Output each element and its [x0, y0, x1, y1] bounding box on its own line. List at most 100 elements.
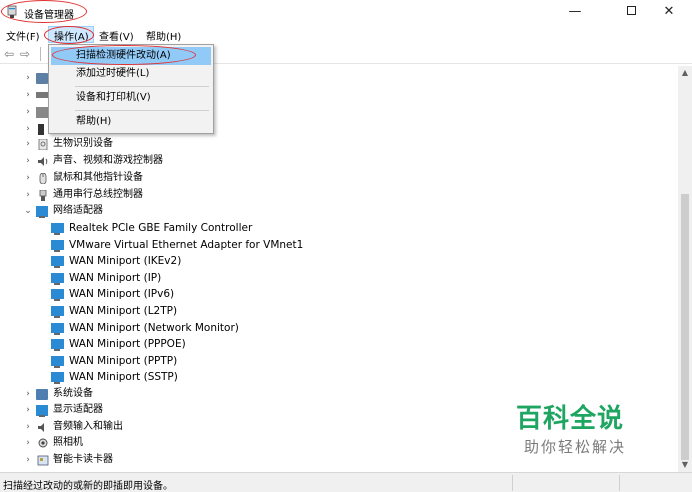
camera-icon — [38, 438, 48, 448]
scroll-down-arrow-icon[interactable]: ▼ — [678, 458, 692, 472]
expand-chevron-icon[interactable]: › — [23, 170, 33, 186]
network-adapter-icon — [51, 356, 64, 368]
tree-device[interactable]: WAN Miniport (L2TP) — [0, 303, 600, 319]
display-adapter-icon — [36, 405, 48, 417]
tree-device[interactable]: WAN Miniport (IP) — [0, 270, 600, 286]
minimize-button[interactable]: — — [552, 0, 598, 26]
network-adapter-icon — [51, 323, 64, 335]
usb-icon — [39, 190, 47, 201]
menu-view[interactable]: 查看(V) — [99, 28, 134, 43]
expand-chevron-icon[interactable]: › — [23, 153, 33, 169]
tree-category-network[interactable]: ⌄ 网络适配器 — [0, 203, 600, 219]
status-text: 扫描经过改动的或新的即插即用设备。 — [3, 481, 173, 492]
expand-chevron-icon[interactable]: › — [23, 452, 33, 468]
tree-device[interactable]: WAN Miniport (PPPOE) — [0, 336, 600, 352]
network-adapter-icon — [51, 223, 64, 235]
expand-chevron-icon[interactable]: › — [23, 87, 33, 103]
device-category-icon — [36, 73, 48, 84]
category-label: 鼠标和其他指针设备 — [53, 172, 143, 183]
tree-category[interactable]: › 鼠标和其他指针设备 — [0, 170, 600, 186]
tree-device[interactable]: Realtek PCIe GBE Family Controller — [0, 220, 600, 236]
tree-category[interactable]: › 通用串行总线控制器 — [0, 187, 600, 203]
speaker-icon — [38, 157, 48, 166]
device-label: WAN Miniport (SSTP) — [69, 371, 178, 383]
back-arrow-icon[interactable]: ⇦ — [4, 47, 14, 61]
tree-category[interactable]: › 声音、视频和游戏控制器 — [0, 153, 600, 169]
keyboard-icon — [36, 92, 48, 98]
smart-card-reader-icon — [37, 455, 49, 466]
category-label: 显示适配器 — [53, 404, 103, 415]
tree-device[interactable]: WAN Miniport (PPTP) — [0, 353, 600, 369]
menu-separator — [75, 86, 209, 87]
tree-device[interactable]: WAN Miniport (SSTP) — [0, 369, 600, 385]
forward-arrow-icon[interactable]: ⇨ — [20, 47, 30, 61]
category-label: 音频输入和输出 — [53, 421, 123, 432]
device-label: WAN Miniport (IP) — [69, 272, 162, 284]
network-adapter-icon — [51, 289, 64, 301]
category-label: 系统设备 — [53, 388, 93, 399]
category-label: 智能卡读卡器 — [53, 454, 113, 465]
network-adapter-icon — [51, 339, 64, 351]
device-label: WAN Miniport (PPPOE) — [69, 338, 186, 350]
expand-chevron-icon[interactable]: › — [23, 419, 33, 435]
menu-bar: 文件(F) 操作(A) 查看(V) 帮助(H) — [0, 26, 692, 44]
tree-device[interactable]: WAN Miniport (Network Monitor) — [0, 320, 600, 336]
device-label: WAN Miniport (L2TP) — [69, 305, 178, 317]
menu-item-add-legacy-hardware[interactable]: 添加过时硬件(L) — [51, 65, 211, 83]
device-label: WAN Miniport (IPv6) — [69, 288, 175, 300]
status-panels — [512, 475, 688, 491]
biometric-icon — [38, 139, 48, 150]
network-adapter-icon — [36, 206, 48, 218]
menu-item-devices-printers[interactable]: 设备和打印机(V) — [51, 89, 211, 107]
system-device-icon — [36, 389, 48, 400]
menu-file[interactable]: 文件(F) — [6, 28, 40, 43]
collapse-chevron-icon[interactable]: ⌄ — [23, 203, 33, 219]
watermark-subtitle: 助你轻松解决 — [524, 438, 627, 456]
watermark: 百科全说 助你轻松解决 — [504, 396, 654, 464]
maximize-icon — [626, 6, 636, 15]
portable-device-icon — [38, 124, 44, 135]
close-button[interactable]: ✕ — [646, 0, 692, 26]
category-label: 网络适配器 — [53, 205, 103, 216]
network-adapter-icon — [51, 306, 64, 318]
action-annotation-oval — [44, 26, 94, 44]
scrollbar-thumb[interactable] — [681, 194, 689, 460]
category-label: 声音、视频和游戏控制器 — [53, 155, 163, 166]
device-label: VMware Virtual Ethernet Adapter for VMne… — [69, 239, 304, 251]
device-label: WAN Miniport (Network Monitor) — [69, 322, 239, 334]
title-bar: 设备管理器 — ✕ — [0, 0, 692, 26]
toolbar-separator — [40, 47, 41, 61]
device-label: WAN Miniport (PPTP) — [69, 355, 178, 367]
mouse-icon — [39, 173, 47, 184]
tree-device[interactable]: WAN Miniport (IKEv2) — [0, 253, 600, 269]
expand-chevron-icon[interactable]: › — [23, 70, 33, 86]
network-adapter-icon — [51, 372, 64, 384]
expand-chevron-icon[interactable]: › — [23, 136, 33, 152]
menu-item-help[interactable]: 帮助(H) — [51, 113, 211, 131]
expand-chevron-icon[interactable]: › — [23, 121, 33, 137]
vertical-scrollbar[interactable]: ▲ ▼ — [678, 66, 692, 472]
network-adapter-icon — [51, 273, 64, 285]
scroll-up-arrow-icon[interactable]: ▲ — [678, 66, 692, 80]
tree-device[interactable]: VMware Virtual Ethernet Adapter for VMne… — [0, 237, 600, 253]
category-label: 照相机 — [53, 437, 83, 448]
title-annotation-oval — [1, 0, 87, 23]
expand-chevron-icon[interactable]: › — [23, 386, 33, 402]
expand-chevron-icon[interactable]: › — [23, 187, 33, 203]
scan-annotation-oval — [52, 45, 196, 65]
category-label: 生物识别设备 — [53, 138, 113, 149]
status-bar: 扫描经过改动的或新的即插即用设备。 — [0, 472, 692, 492]
category-label: 通用串行总线控制器 — [53, 189, 143, 200]
menu-separator — [75, 110, 209, 111]
menu-help[interactable]: 帮助(H) — [146, 28, 181, 43]
status-divider — [619, 475, 620, 491]
device-label: Realtek PCIe GBE Family Controller — [69, 222, 253, 234]
expand-chevron-icon[interactable]: › — [23, 104, 33, 120]
device-label: WAN Miniport (IKEv2) — [69, 255, 182, 267]
tree-device[interactable]: WAN Miniport (IPv6) — [0, 286, 600, 302]
expand-chevron-icon[interactable]: › — [23, 402, 33, 418]
watermark-title: 百科全说 — [516, 404, 625, 434]
tree-category[interactable]: › 生物识别设备 — [0, 136, 600, 152]
expand-chevron-icon[interactable]: › — [23, 435, 33, 451]
audio-icon — [38, 423, 44, 432]
